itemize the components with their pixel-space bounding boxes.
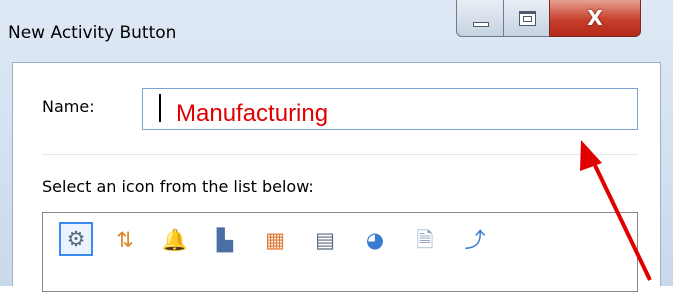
dialog-content: Name: Manufacturing Select an icon from … <box>12 62 661 292</box>
axis-arrow-icon[interactable]: ⤴ <box>459 224 491 256</box>
document-chart-icon[interactable]: ▦ <box>259 224 291 256</box>
minimize-button[interactable] <box>456 0 504 37</box>
name-label: Name: <box>42 97 95 116</box>
globe-icon[interactable]: ◕ <box>359 224 391 256</box>
dialog-window: New Activity Button X Name: Manufacturin… <box>0 0 673 292</box>
close-button[interactable]: X <box>549 0 641 37</box>
gears-icon[interactable]: ⚙ <box>59 222 93 256</box>
document-check-icon[interactable]: 🗎 <box>409 224 441 256</box>
name-annotation-text: Manufacturing <box>176 100 329 127</box>
bell-icon[interactable]: 🔔 <box>159 224 191 256</box>
minimize-icon <box>473 22 489 27</box>
separator <box>42 154 638 155</box>
chart-search-icon[interactable]: ▙ <box>209 224 241 256</box>
calculator-icon[interactable]: ▤ <box>309 224 341 256</box>
title-bar[interactable]: New Activity Button X <box>0 0 673 62</box>
text-caret <box>159 94 161 122</box>
chart-swap-icon[interactable]: ⇅ <box>109 224 141 256</box>
maximize-icon <box>519 11 536 26</box>
window-title: New Activity Button <box>8 23 177 43</box>
icon-list-label: Select an icon from the list below: <box>42 177 314 196</box>
close-icon: X <box>587 6 603 30</box>
icon-list[interactable]: ⚙ ⇅ 🔔 ▙ ▦ ▤ ◕ 🗎 ⤴ <box>42 212 638 292</box>
maximize-button[interactable] <box>503 0 550 37</box>
